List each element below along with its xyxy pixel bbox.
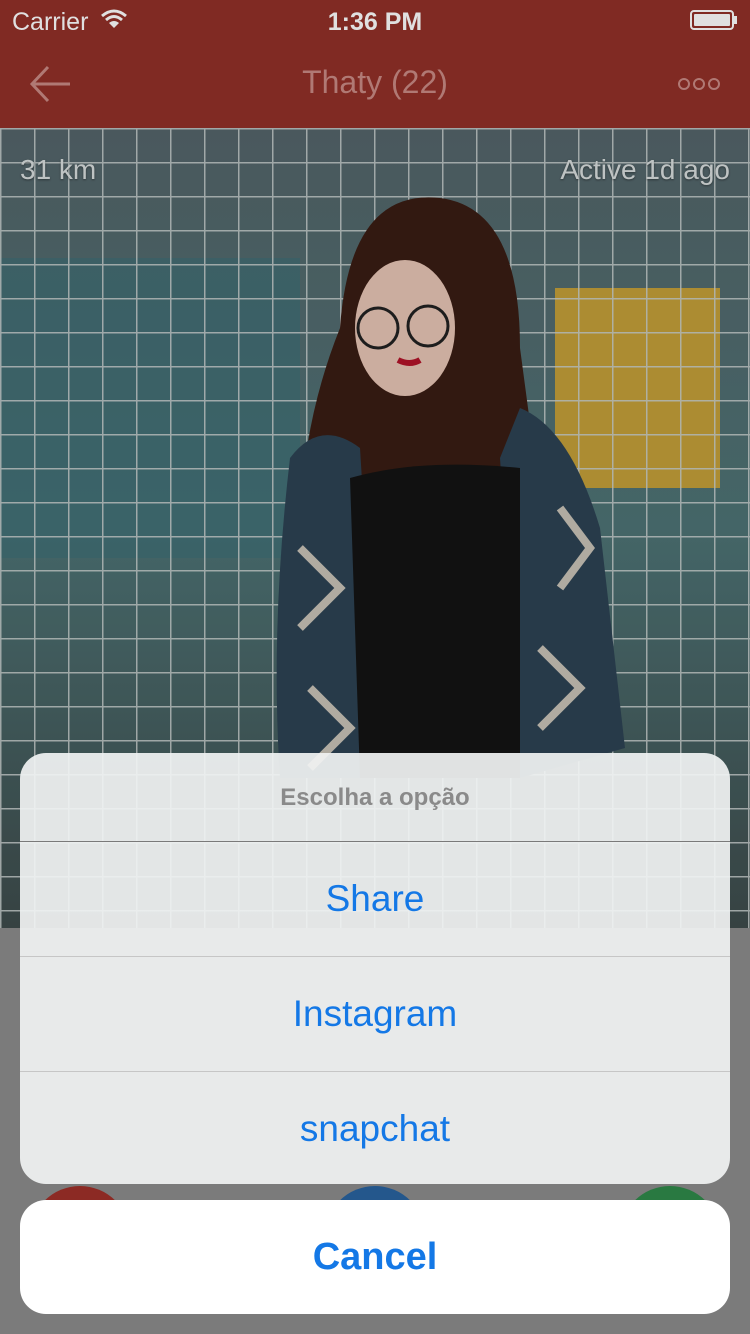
action-sheet: Escolha a opção Share Instagram snapchat [20,753,730,1184]
share-option[interactable]: Share [20,842,730,957]
snapchat-option[interactable]: snapchat [20,1072,730,1184]
cancel-button[interactable]: Cancel [20,1200,730,1314]
action-sheet-title: Escolha a opção [20,753,730,842]
instagram-option[interactable]: Instagram [20,957,730,1072]
